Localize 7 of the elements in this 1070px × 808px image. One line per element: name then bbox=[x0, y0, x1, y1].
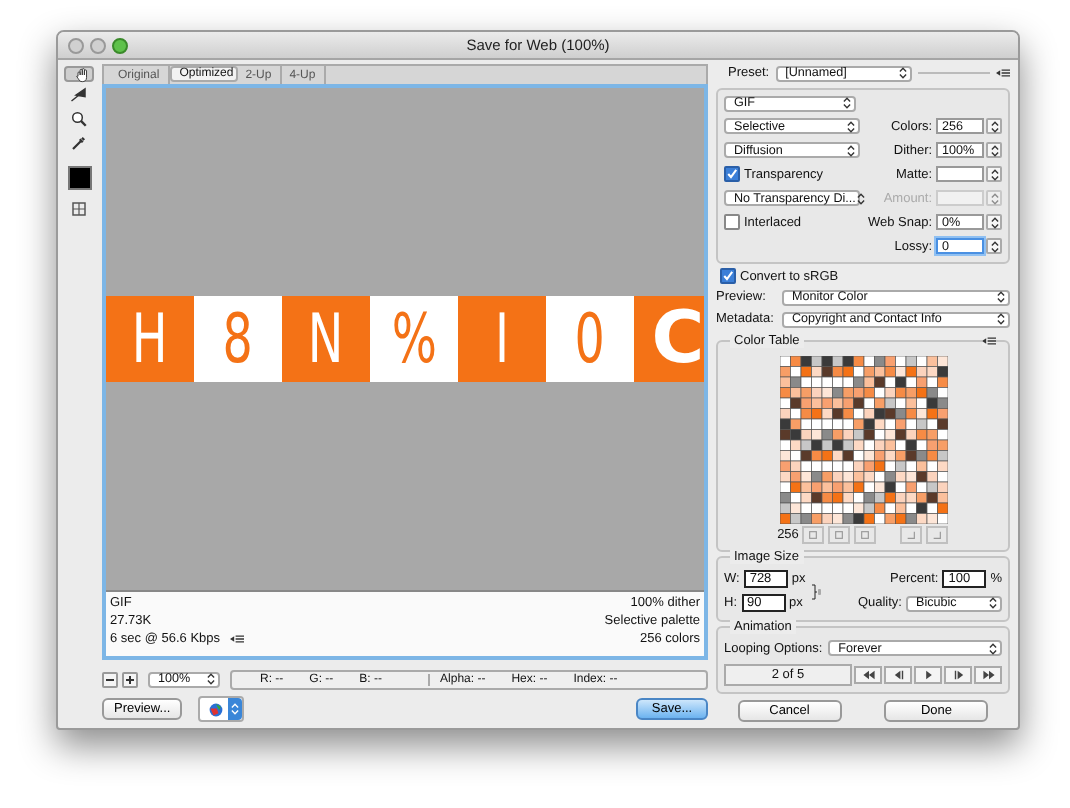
letter-tile: 0 bbox=[546, 296, 634, 382]
letter-tile: % bbox=[370, 296, 458, 382]
letter-tile: I bbox=[458, 296, 546, 382]
letter-tile: N bbox=[282, 296, 370, 382]
letter-tile: 8 bbox=[194, 296, 282, 382]
letter-tile: C bbox=[634, 296, 704, 382]
letter-tile: H bbox=[106, 296, 194, 382]
